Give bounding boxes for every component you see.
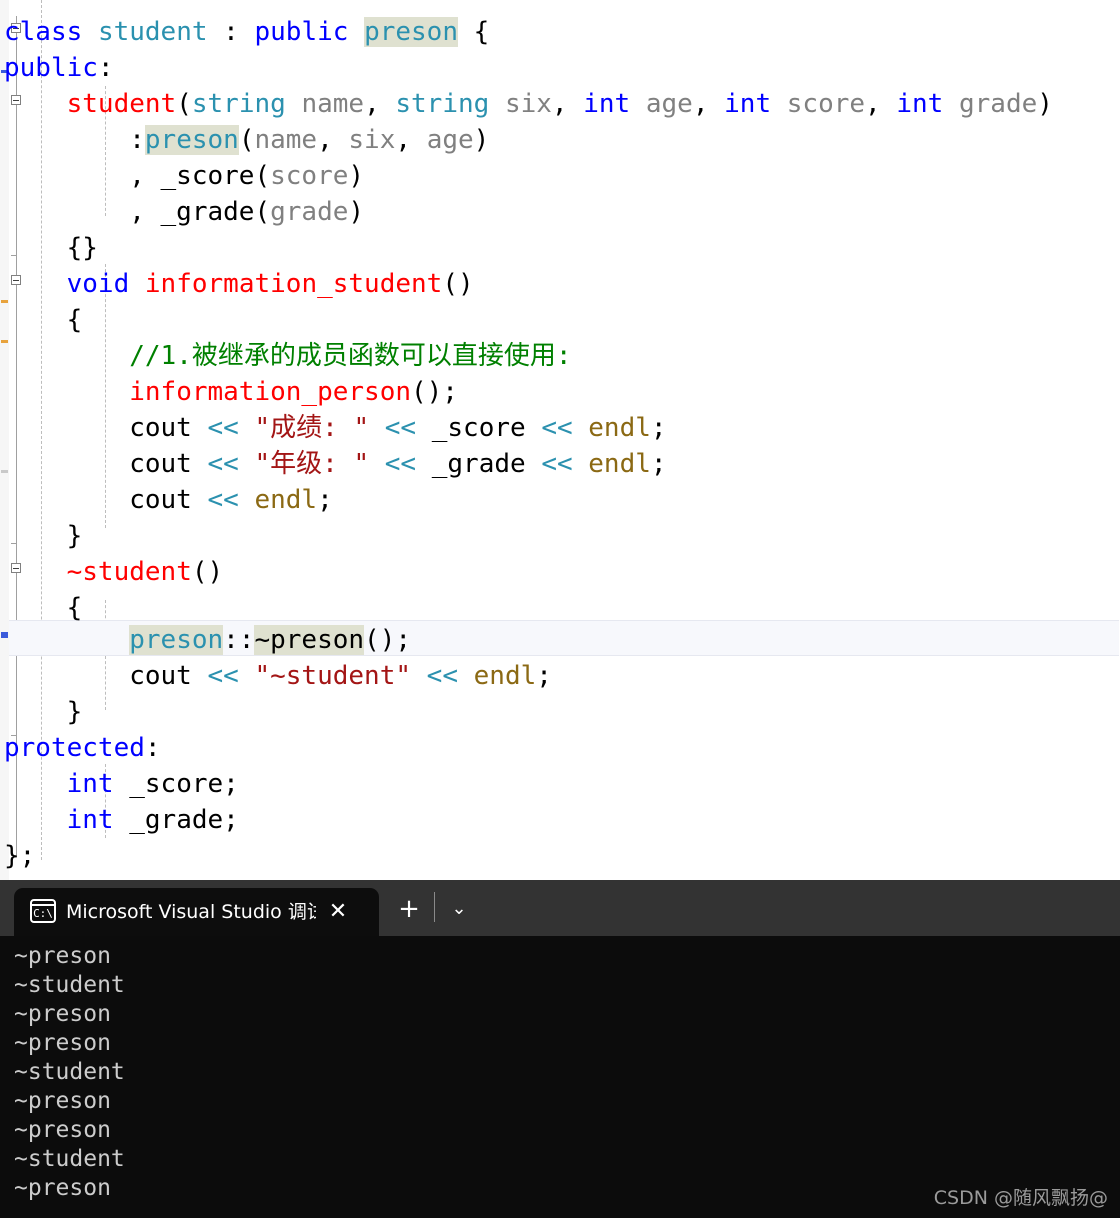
terminal-panel[interactable]: C:\ Microsoft Visual Studio 调试控 ✕ + ⌄ ~p… xyxy=(0,880,1120,1218)
token-endl: endl xyxy=(254,485,318,515)
terminal-output-line: ~preson xyxy=(14,1088,111,1114)
token-keyword: protected xyxy=(4,733,145,763)
token-operator: << xyxy=(426,661,458,691)
code-text-area[interactable]: class student : public preson { public: … xyxy=(0,0,1120,880)
token-param: age xyxy=(645,89,693,119)
code-line[interactable]: protected: xyxy=(0,730,1120,766)
token-function: information_student xyxy=(144,269,443,299)
token-keyword: int xyxy=(896,89,944,119)
terminal-output-line: ~preson xyxy=(14,1117,111,1143)
terminal-tab-bar[interactable]: C:\ Microsoft Visual Studio 调试控 ✕ + ⌄ xyxy=(0,880,1120,936)
token-base-class-preson: preson xyxy=(364,17,458,47)
token-function: student xyxy=(66,89,177,119)
code-line[interactable]: class student : public preson { xyxy=(0,14,1120,50)
terminal-output[interactable]: ~preson ~student ~preson ~preson ~studen… xyxy=(0,936,1120,1218)
token-endl: endl xyxy=(473,661,537,691)
token-keyword: int xyxy=(66,769,114,799)
code-line[interactable]: int _score; xyxy=(0,766,1120,802)
terminal-output-line: ~preson xyxy=(14,1001,111,1027)
code-line[interactable]: cout << endl; xyxy=(0,482,1120,518)
token-scope-preson: preson xyxy=(129,625,224,655)
code-editor[interactable]: class student : public preson { public: … xyxy=(0,0,1120,880)
code-line[interactable]: , _grade(grade) xyxy=(0,194,1120,230)
token-operator: << xyxy=(541,413,573,443)
screenshot-root: class student : public preson { public: … xyxy=(0,0,1120,1218)
terminal-tab-title: Microsoft Visual Studio 调试控 xyxy=(66,901,316,923)
terminal-output-line: ~student xyxy=(14,1059,125,1085)
token-param: six xyxy=(504,89,552,119)
token-string: "~student" xyxy=(254,661,412,691)
code-line[interactable]: cout << "~student" << endl; xyxy=(0,658,1120,694)
code-line[interactable]: } xyxy=(0,518,1120,554)
token-param: grade xyxy=(958,89,1038,119)
code-line[interactable]: { xyxy=(0,590,1120,626)
token-string: "年级: " xyxy=(254,449,370,479)
code-line[interactable]: int _grade; xyxy=(0,802,1120,838)
token-comment: //1.被继承的成员函数可以直接使用: xyxy=(129,341,572,371)
code-line[interactable]: , _score(score) xyxy=(0,158,1120,194)
token-param: score xyxy=(786,89,866,119)
terminal-output-line: ~student xyxy=(14,972,125,998)
code-line[interactable]: ~student() xyxy=(0,554,1120,590)
token-base-init-preson: preson xyxy=(144,125,239,155)
token-param: name xyxy=(301,89,365,119)
terminal-output-line: ~student xyxy=(14,1146,125,1172)
token-operator: << xyxy=(207,413,239,443)
token-operator: << xyxy=(384,449,417,479)
code-line[interactable]: } xyxy=(0,694,1120,730)
token-arg: age xyxy=(426,125,474,155)
token-destructor: ~student xyxy=(66,557,192,587)
token-operator: << xyxy=(207,661,239,691)
token-keyword: int xyxy=(724,89,772,119)
code-line[interactable]: cout << "成绩: " << _score << endl; xyxy=(0,410,1120,446)
token-function-call: information_person xyxy=(129,377,411,407)
token-type: string xyxy=(191,89,286,119)
console-icon: C:\ xyxy=(30,899,56,923)
code-line-comment[interactable]: //1.被继承的成员函数可以直接使用: xyxy=(0,338,1120,374)
code-line[interactable]: void information_student() xyxy=(0,266,1120,302)
token-operator: << xyxy=(384,413,417,443)
terminal-output-line: ~preson xyxy=(14,1030,111,1056)
terminal-tab-active[interactable]: C:\ Microsoft Visual Studio 调试控 ✕ xyxy=(14,888,379,936)
token-operator: << xyxy=(207,449,239,479)
token-keyword: int xyxy=(583,89,631,119)
token-arg: six xyxy=(348,125,396,155)
terminal-output-line: ~preson xyxy=(14,943,111,969)
token-string: "成绩: " xyxy=(254,413,370,443)
code-line[interactable]: :preson(name, six, age) xyxy=(0,122,1120,158)
watermark: CSDN @随风飘扬@ xyxy=(933,1187,1108,1209)
token-keyword: class xyxy=(4,17,83,47)
token-endl: endl xyxy=(588,413,651,443)
token-arg: name xyxy=(254,125,318,155)
close-icon[interactable]: ✕ xyxy=(326,900,350,924)
console-icon-label: C:\ xyxy=(33,907,53,920)
code-line-current[interactable]: preson::~preson(); xyxy=(0,622,1120,658)
token-keyword: public xyxy=(254,17,349,47)
token-keyword: void xyxy=(66,269,130,299)
code-line[interactable]: {} xyxy=(0,230,1120,266)
code-line[interactable]: public: xyxy=(0,50,1120,86)
toolbar-divider xyxy=(434,892,435,922)
token-arg: score xyxy=(270,161,349,191)
token-type: student xyxy=(97,17,208,47)
token-type: string xyxy=(395,89,490,119)
code-line[interactable]: student(string name, string six, int age… xyxy=(0,86,1120,122)
code-line[interactable]: information_person(); xyxy=(0,374,1120,410)
chevron-down-icon[interactable]: ⌄ xyxy=(444,894,474,924)
token-endl: endl xyxy=(588,449,651,479)
token-keyword: int xyxy=(66,805,114,835)
token-operator: << xyxy=(541,449,573,479)
code-line[interactable]: cout << "年级: " << _grade << endl; xyxy=(0,446,1120,482)
code-line[interactable]: }; xyxy=(0,838,1120,874)
token-keyword: public xyxy=(4,53,98,83)
new-tab-button[interactable]: + xyxy=(394,894,424,924)
token-arg: grade xyxy=(270,197,349,227)
code-line[interactable]: { xyxy=(0,302,1120,338)
token-destructor-preson: ~preson xyxy=(254,625,365,655)
token-operator: << xyxy=(207,485,239,515)
terminal-output-line: ~preson xyxy=(14,1175,111,1201)
